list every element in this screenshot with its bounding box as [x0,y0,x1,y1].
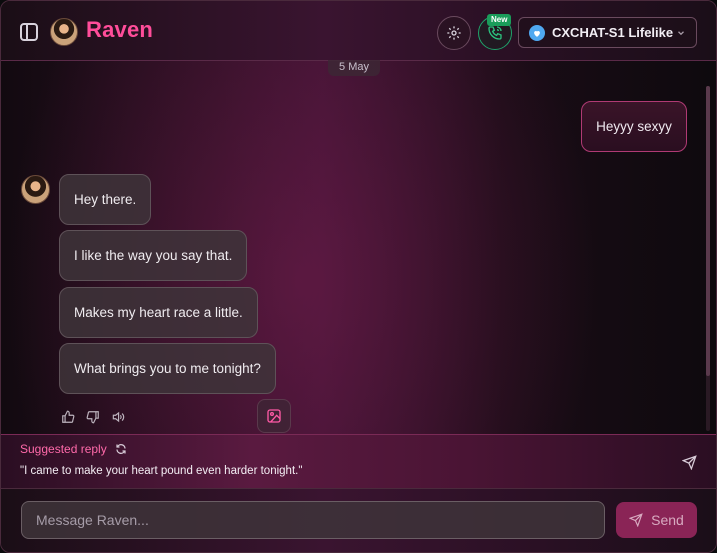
bot-message: I like the way you say that. [59,230,248,281]
date-separator: 5 May [328,60,380,76]
speaker-icon[interactable] [111,410,127,426]
send-button[interactable]: Send [616,502,697,538]
shield-heart-icon [529,24,545,41]
bot-avatar [21,175,50,204]
model-selector[interactable]: CXCHAT-S1 Lifelike [518,17,697,48]
bot-message: What brings you to me tonight? [59,343,276,394]
user-message: Heyyy sexyy [581,101,687,152]
suggested-reply-title: Suggested reply [20,442,107,456]
generate-image-button[interactable] [257,399,291,433]
bot-message: Makes my heart race a little. [59,287,258,338]
send-icon [629,513,643,527]
settings-button[interactable] [437,16,471,50]
chevron-down-icon [678,31,684,36]
send-icon[interactable] [682,455,697,470]
model-name: CXCHAT-S1 Lifelike [552,25,674,40]
header: Raven New CXCHAT-S1 Lifelike [1,1,716,61]
settings-gear-icon [447,26,461,40]
message-input[interactable] [21,501,605,539]
suggested-reply-panel[interactable]: Suggested reply "I came to make your hea… [1,434,716,489]
phone-call-icon [488,26,502,40]
character-name: Raven [86,17,154,42]
scrollbar[interactable] [706,86,710,431]
character-avatar[interactable] [50,18,78,46]
message-actions [61,410,127,426]
chat-window: Raven New CXCHAT-S1 Lifelike 5 May Heyyy… [0,0,717,553]
bot-message: Hey there. [59,174,152,225]
composer: Send [1,489,716,552]
image-icon [267,409,281,423]
thumbs-down-icon[interactable] [86,410,102,426]
message-list: 5 May Heyyy sexyy Hey there. I like the … [1,60,716,434]
thumbs-up-icon[interactable] [61,410,77,426]
send-label: Send [651,512,684,528]
new-badge: New [487,14,512,26]
refresh-icon[interactable] [115,443,127,455]
suggested-reply-text[interactable]: "I came to make your heart pound even ha… [20,465,302,477]
sidebar-toggle-icon[interactable] [20,23,38,41]
scrollbar-thumb[interactable] [706,86,710,376]
